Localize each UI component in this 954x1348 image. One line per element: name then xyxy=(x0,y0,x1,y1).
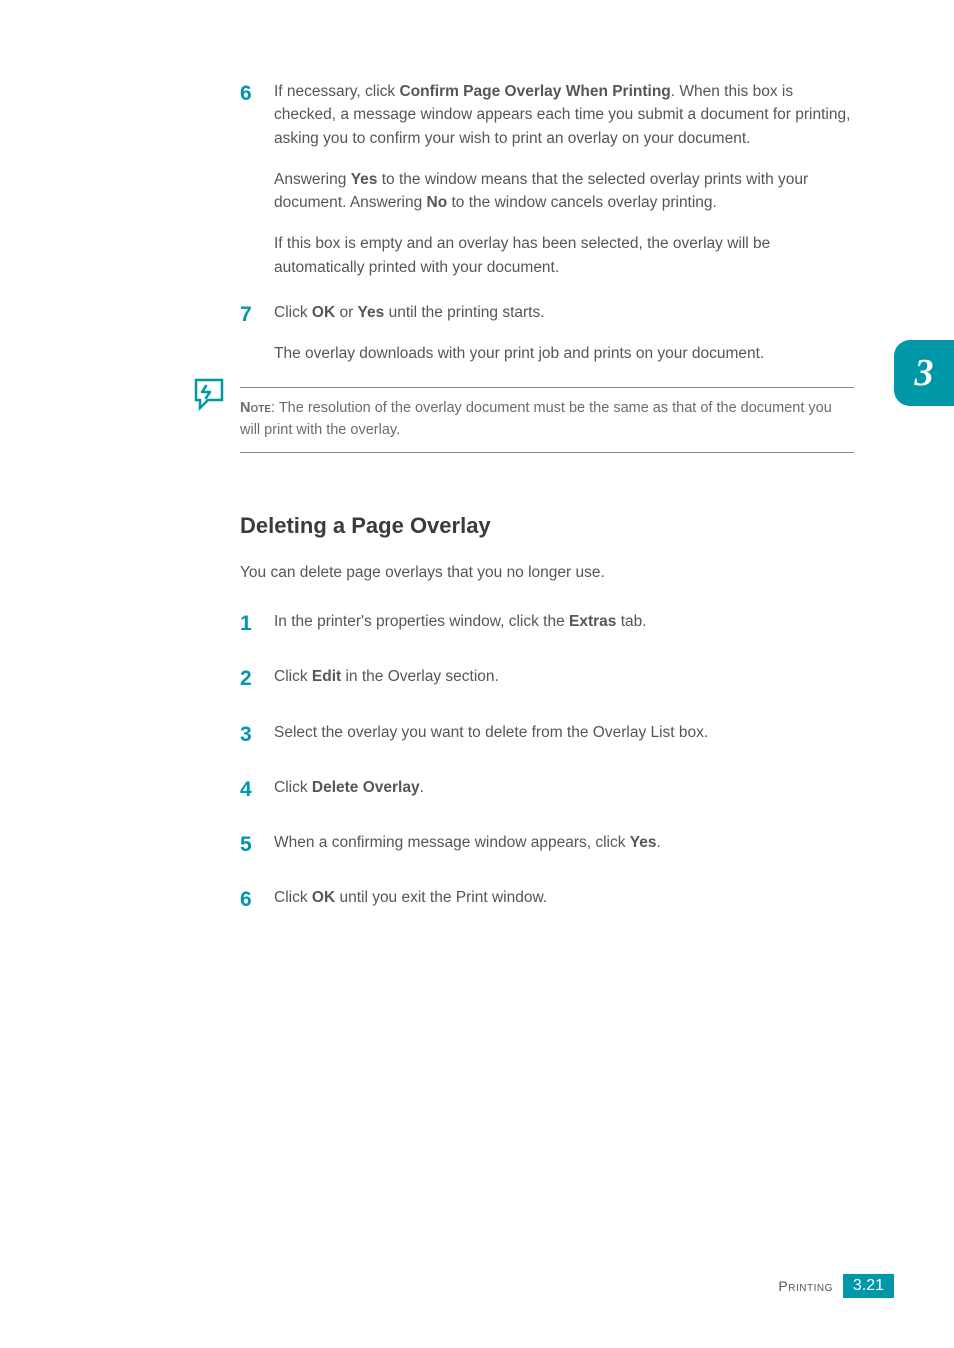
step-number: 6 xyxy=(240,886,274,913)
step-number: 3 xyxy=(240,721,274,748)
chapter-number: 3 xyxy=(915,351,934,395)
step-text: Select the overlay you want to delete fr… xyxy=(274,721,854,748)
step-number: 7 xyxy=(240,301,274,366)
bold-text: Yes xyxy=(358,304,385,321)
page-footer: Printing 3.21 xyxy=(778,1274,894,1298)
footer-page-number: 3.21 xyxy=(843,1274,894,1298)
step-item: 7Click OK or Yes until the printing star… xyxy=(240,301,854,366)
step-item: 2Click Edit in the Overlay section. xyxy=(240,665,854,692)
step-number: 4 xyxy=(240,776,274,803)
note-icon xyxy=(188,370,232,414)
step-item: 3Select the overlay you want to delete f… xyxy=(240,721,854,748)
step-text: Click Delete Overlay. xyxy=(274,776,854,803)
upper-steps: 6If necessary, click Confirm Page Overla… xyxy=(240,80,854,365)
footer-section-label: Printing xyxy=(778,1278,832,1294)
step-text: If necessary, click Confirm Page Overlay… xyxy=(274,80,854,279)
step-paragraph: Answering Yes to the window means that t… xyxy=(274,168,854,215)
step-text: Click Edit in the Overlay section. xyxy=(274,665,854,692)
bold-text: Delete Overlay xyxy=(312,779,420,796)
step-text: In the printer's properties window, clic… xyxy=(274,610,854,637)
step-number: 6 xyxy=(240,80,274,279)
note-label: Note xyxy=(240,400,271,416)
step-item: 6If necessary, click Confirm Page Overla… xyxy=(240,80,854,279)
step-number: 1 xyxy=(240,610,274,637)
step-item: 5When a confirming message window appear… xyxy=(240,831,854,858)
step-item: 6Click OK until you exit the Print windo… xyxy=(240,886,854,913)
note-box: Note: The resolution of the overlay docu… xyxy=(240,387,854,453)
chapter-tab: 3 xyxy=(894,340,954,406)
step-item: 1In the printer's properties window, cli… xyxy=(240,610,854,637)
bold-text: OK xyxy=(312,889,335,906)
note-text: Note: The resolution of the overlay docu… xyxy=(240,398,854,442)
bold-text: Confirm Page Overlay When Printing xyxy=(399,83,670,100)
section-heading: Deleting a Page Overlay xyxy=(240,513,854,539)
step-number: 5 xyxy=(240,831,274,858)
step-paragraph: Click OK or Yes until the printing start… xyxy=(274,301,854,324)
step-number: 2 xyxy=(240,665,274,692)
step-paragraph: If necessary, click Confirm Page Overlay… xyxy=(274,80,854,150)
bold-text: OK xyxy=(312,304,335,321)
step-paragraph: If this box is empty and an overlay has … xyxy=(274,232,854,279)
section-intro: You can delete page overlays that you no… xyxy=(240,561,854,584)
bold-text: Yes xyxy=(630,834,657,851)
bold-text: Edit xyxy=(312,668,341,685)
bold-text: No xyxy=(427,194,448,211)
step-paragraph: The overlay downloads with your print jo… xyxy=(274,342,854,365)
note-body: : The resolution of the overlay document… xyxy=(240,400,832,438)
step-text: Click OK until you exit the Print window… xyxy=(274,886,854,913)
bold-text: Extras xyxy=(569,613,616,630)
step-text: When a confirming message window appears… xyxy=(274,831,854,858)
step-text: Click OK or Yes until the printing start… xyxy=(274,301,854,366)
lower-steps: 1In the printer's properties window, cli… xyxy=(240,610,854,914)
step-item: 4Click Delete Overlay. xyxy=(240,776,854,803)
bold-text: Yes xyxy=(351,171,378,188)
